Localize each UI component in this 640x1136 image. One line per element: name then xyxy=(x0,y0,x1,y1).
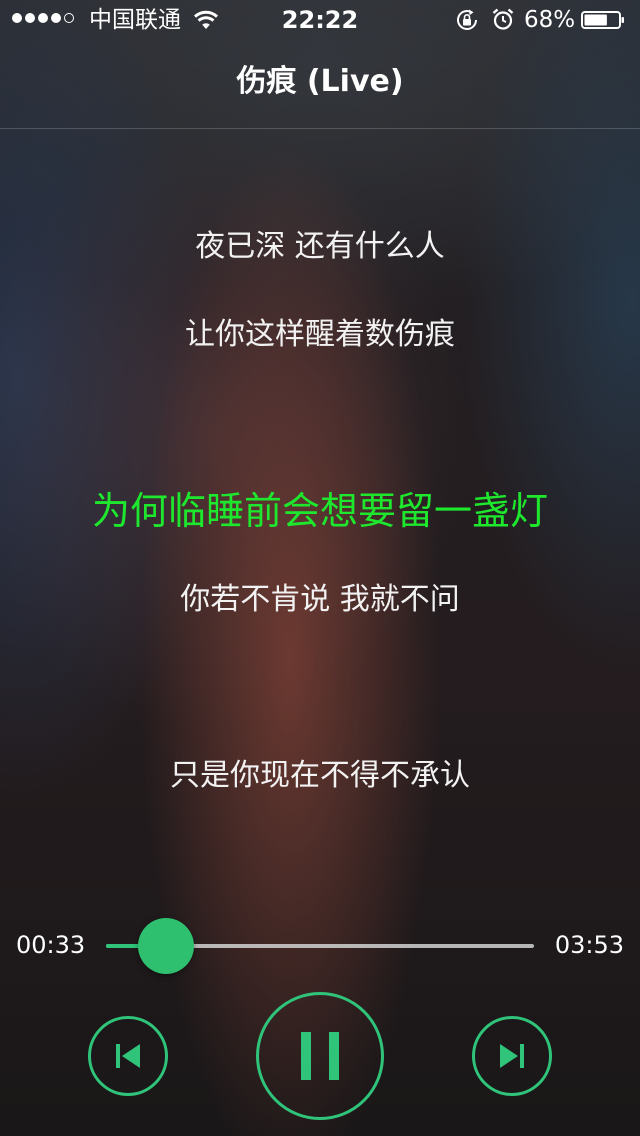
battery-icon xyxy=(581,11,624,29)
song-title: 伤痕 (Live) xyxy=(236,64,404,99)
header-divider xyxy=(0,128,640,129)
lyric-line: 你若不肯说 我就不问 xyxy=(180,582,460,617)
total-time: 03:53 xyxy=(554,931,624,959)
skip-next-icon xyxy=(500,1044,524,1068)
elapsed-time: 00:33 xyxy=(16,931,86,959)
pause-icon xyxy=(301,1032,339,1080)
lyric-line: 夜已深 还有什么人 xyxy=(195,229,445,264)
alarm-icon xyxy=(492,8,514,30)
pause-button[interactable] xyxy=(256,992,384,1120)
progress-slider-thumb[interactable] xyxy=(137,918,194,974)
lyric-line: 只是你现在不得不承认 xyxy=(170,758,470,793)
orientation-lock-icon xyxy=(457,9,477,30)
lyric-line: 让你这样醒着数伤痕 xyxy=(185,317,455,352)
now-playing-screen: 中国联通 22:22 68% 伤痕 (Live) 夜已深 还有什么人 让你这样醒… xyxy=(0,0,640,1136)
battery-percentage: 68% xyxy=(524,7,576,33)
previous-track-button[interactable] xyxy=(88,1016,168,1096)
next-track-button[interactable] xyxy=(472,1016,552,1096)
current-lyric-line: 为何临睡前会想要留一盏灯 xyxy=(91,489,548,533)
skip-previous-icon xyxy=(116,1044,140,1068)
status-bar: 中国联通 22:22 68% xyxy=(0,0,640,40)
